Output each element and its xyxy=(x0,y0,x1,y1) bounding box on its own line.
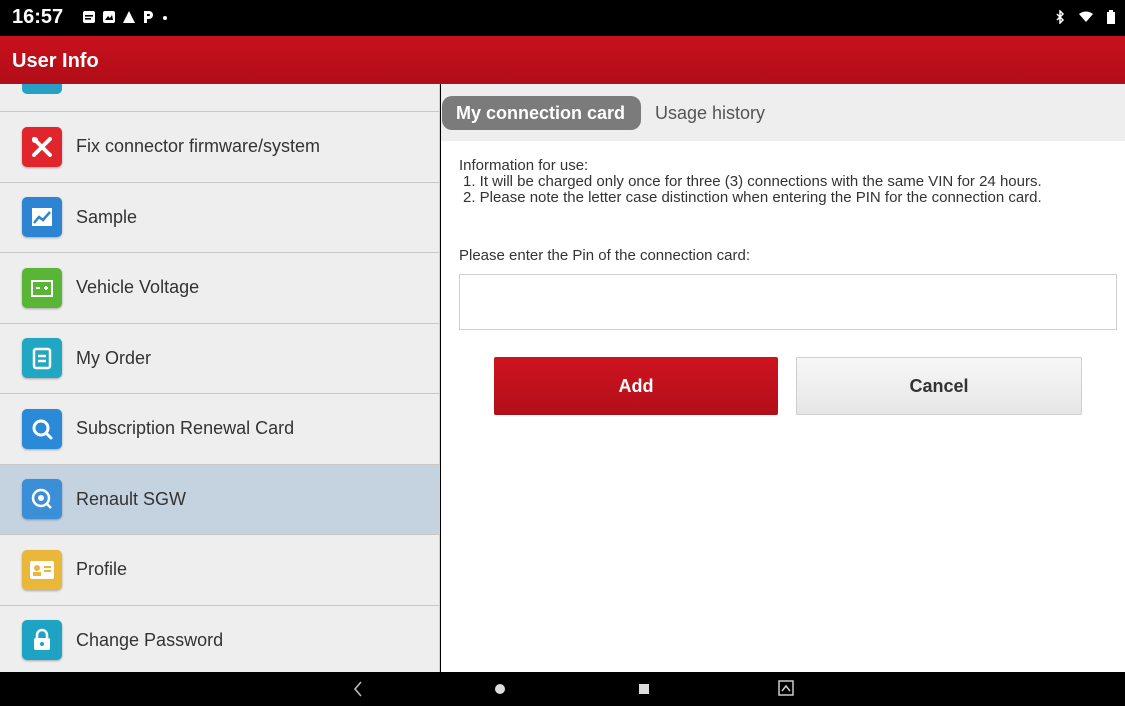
cancel-button[interactable]: Cancel xyxy=(796,357,1082,415)
dot-icon xyxy=(163,16,167,20)
sidebar-item-change-password[interactable]: Change Password xyxy=(0,606,439,673)
battery-icon xyxy=(1107,10,1115,24)
sidebar-item-label: Profile xyxy=(76,559,128,580)
back-icon[interactable] xyxy=(352,679,364,699)
message-icon xyxy=(83,11,95,23)
sidebar-item-subscription-renewal-card[interactable]: Subscription Renewal Card xyxy=(0,394,439,465)
warning-icon xyxy=(123,11,135,23)
status-time: 16:57 xyxy=(12,6,64,28)
info-heading: Information for use: xyxy=(459,157,589,174)
search-icon xyxy=(22,408,62,449)
bluetooth-icon xyxy=(1056,10,1065,24)
pin-input[interactable] xyxy=(459,274,1117,330)
sidebar-item-label: Fix connector firmware/system xyxy=(76,136,321,157)
sidebar-item-renault-sgw[interactable]: Renault SGW xyxy=(0,464,439,535)
clipboard-icon xyxy=(22,338,62,379)
sidebar-item-partial[interactable] xyxy=(0,84,439,112)
navigation-bar xyxy=(0,672,1125,706)
home-icon[interactable] xyxy=(494,683,506,695)
chart-icon xyxy=(22,197,62,238)
info-block: Information for use: 1. It will be charg… xyxy=(441,141,1125,206)
id-card-icon xyxy=(22,549,62,590)
sidebar-item-my-order[interactable]: My Order xyxy=(0,324,439,394)
sidebar[interactable]: Fix connector firmware/system Sample Veh… xyxy=(0,84,440,672)
sidebar-item-label: My Order xyxy=(76,347,152,368)
partial-icon xyxy=(22,84,62,94)
status-bar: 16:57 xyxy=(0,0,1125,36)
system-icons xyxy=(1055,10,1115,24)
add-button[interactable]: Add xyxy=(494,357,778,415)
sidebar-item-fix-connector[interactable]: Fix connector firmware/system xyxy=(0,112,439,183)
tab-usage-history[interactable]: Usage history xyxy=(641,96,779,130)
screenshot-icon[interactable] xyxy=(778,680,794,696)
content-panel: My connection card Usage history Informa… xyxy=(441,84,1125,672)
sidebar-item-profile[interactable]: Profile xyxy=(0,535,439,606)
sidebar-item-label: Vehicle Voltage xyxy=(76,277,200,298)
gallery-icon xyxy=(103,11,115,23)
gateway-icon xyxy=(22,479,62,520)
sidebar-item-label: Renault SGW xyxy=(76,488,187,509)
info-line-2: 2. Please note the letter case distincti… xyxy=(463,189,1042,206)
sidebar-item-label: Subscription Renewal Card xyxy=(76,418,295,439)
title-bar: User Info xyxy=(0,36,1125,84)
wifi-icon xyxy=(1079,11,1093,22)
battery-icon xyxy=(22,267,62,308)
parking-icon xyxy=(144,11,153,23)
pin-label: Please enter the Pin of the connection c… xyxy=(459,247,751,264)
info-line-1: 1. It will be charged only once for thre… xyxy=(463,173,1042,190)
tab-bar: My connection card Usage history xyxy=(441,84,1125,141)
sidebar-item-label: Change Password xyxy=(76,629,224,650)
tab-my-connection-card[interactable]: My connection card xyxy=(442,96,641,130)
sidebar-item-vehicle-voltage[interactable]: Vehicle Voltage xyxy=(0,253,439,324)
page-title: User Info xyxy=(12,50,99,72)
notification-icons xyxy=(82,10,170,24)
sidebar-item-sample[interactable]: Sample xyxy=(0,183,439,253)
recents-icon[interactable] xyxy=(638,683,650,695)
lock-icon xyxy=(22,620,62,661)
tools-icon xyxy=(22,126,62,167)
sidebar-item-label: Sample xyxy=(76,206,138,227)
